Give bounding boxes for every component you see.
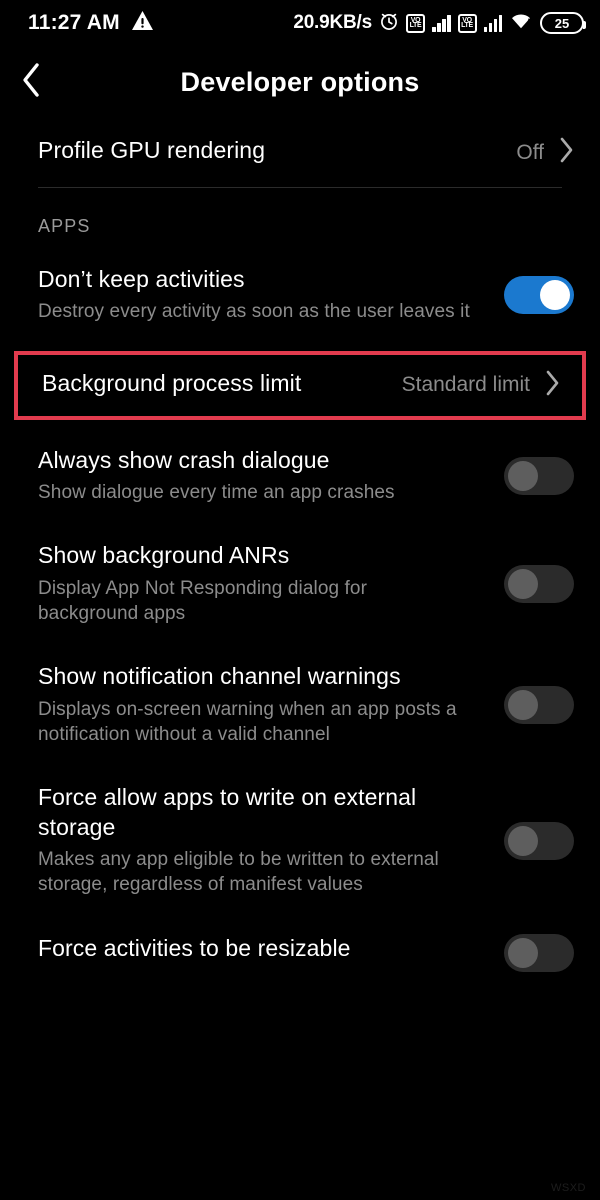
row-subtitle: Displays on-screen warning when an app p… (38, 698, 457, 746)
toggle-thumb (508, 568, 538, 599)
network-speed-label: 20.9KB/s (293, 12, 372, 33)
row-title: Force allow apps to write on external st… (38, 784, 417, 840)
chevron-right-icon (544, 369, 560, 402)
toggle-show-background-anrs[interactable] (504, 564, 574, 603)
battery-icon: 25 (540, 12, 586, 34)
row-text: Force allow apps to write on external st… (38, 783, 504, 897)
row-title: Don’t keep activities (38, 266, 245, 292)
back-button[interactable] (0, 46, 62, 118)
row-text: Force activities to be resizable (38, 934, 504, 963)
list-item-force-allow-write-external-storage[interactable]: Force allow apps to write on external st… (0, 765, 600, 915)
battery-level-label: 25 (554, 15, 570, 31)
phone-screen: 11:27 AM 20.9KB/s VO LTE VO LTE 25 Devel… (0, 0, 600, 1200)
row-text: Always show crash dialogue Show dialogue… (38, 446, 504, 506)
volte-icon-1: VO LTE (406, 13, 425, 33)
signal-bars-icon-2 (483, 14, 502, 32)
row-title: Always show crash dialogue (38, 446, 330, 473)
list-item-profile-gpu-rendering[interactable]: Profile GPU rendering Off (0, 118, 600, 187)
row-text: Profile GPU rendering (38, 136, 516, 165)
section-header-apps: APPS (38, 216, 91, 236)
row-subtitle: Makes any app eligible to be written to … (38, 849, 439, 896)
row-title: Show notification channel warnings (38, 663, 401, 690)
warning-triangle-icon (131, 10, 154, 36)
watermark: WSXD (551, 1182, 586, 1194)
list-item-always-show-crash-dialogue[interactable]: Always show crash dialogue Show dialogue… (0, 428, 600, 524)
app-bar: Developer options (0, 46, 600, 118)
row-title: Show background ANRs (38, 542, 290, 569)
alarm-clock-icon (379, 11, 399, 36)
volte-icon-2: VO LTE (457, 13, 477, 33)
row-title: Background process limit (42, 369, 302, 396)
status-bar-left: 11:27 AM (28, 10, 154, 36)
signal-bars-icon-1 (432, 14, 451, 32)
settings-list: Profile GPU rendering Off APPS Don’t kee… (0, 118, 600, 990)
toggle-always-show-crash-dialogue[interactable] (504, 456, 574, 495)
list-item-dont-keep-activities[interactable]: Don’t keep activities Destroy every acti… (0, 247, 600, 343)
row-text: Show notification channel warnings Displ… (38, 662, 504, 747)
list-item-force-activities-resizable[interactable]: Force activities to be resizable (0, 916, 600, 990)
row-text: Don’t keep activities Destroy every acti… (38, 265, 504, 325)
chevron-right-icon (558, 136, 574, 169)
toggle-thumb (508, 937, 538, 968)
toggle-force-allow-write-external-storage[interactable] (504, 821, 574, 860)
row-title: Profile GPU rendering (38, 137, 266, 163)
toggle-force-activities-resizable[interactable] (504, 933, 574, 972)
list-item-show-background-anrs[interactable]: Show background ANRs Display App Not Res… (0, 523, 600, 644)
toggle-thumb (508, 460, 538, 491)
wifi-icon (509, 11, 533, 35)
toggle-thumb (540, 279, 570, 310)
list-item-background-process-limit[interactable]: Background process limit Standard limit (14, 350, 586, 420)
toggle-dont-keep-activities[interactable] (504, 275, 574, 314)
row-subtitle: Show dialogue every time an app crashes (38, 482, 395, 504)
volte-label-bottom: LTE (409, 22, 422, 29)
row-text: Show background ANRs Display App Not Res… (38, 541, 504, 626)
page-title: Developer options (180, 66, 420, 97)
row-subtitle: Display App Not Responding dialog for ba… (38, 577, 368, 625)
list-item-show-notification-channel-warnings[interactable]: Show notification channel warnings Displ… (0, 644, 600, 765)
volte-label-bottom-2: LTE (461, 22, 473, 29)
row-title: Force activities to be resizable (38, 934, 351, 961)
toggle-thumb (508, 825, 538, 856)
row-subtitle: Destroy every activity as soon as the us… (38, 301, 470, 323)
toggle-show-notification-channel-warnings[interactable] (504, 685, 574, 724)
status-bar-right: 20.9KB/s VO LTE VO LTE 25 (293, 11, 586, 36)
status-bar-clock: 11:27 AM (28, 11, 120, 34)
row-text: Background process limit (42, 369, 402, 398)
row-value: Off (516, 140, 544, 164)
toggle-thumb (508, 689, 538, 720)
status-bar: 11:27 AM 20.9KB/s VO LTE VO LTE 25 (0, 0, 600, 46)
back-chevron-icon (20, 62, 42, 103)
row-value: Standard limit (401, 373, 530, 397)
